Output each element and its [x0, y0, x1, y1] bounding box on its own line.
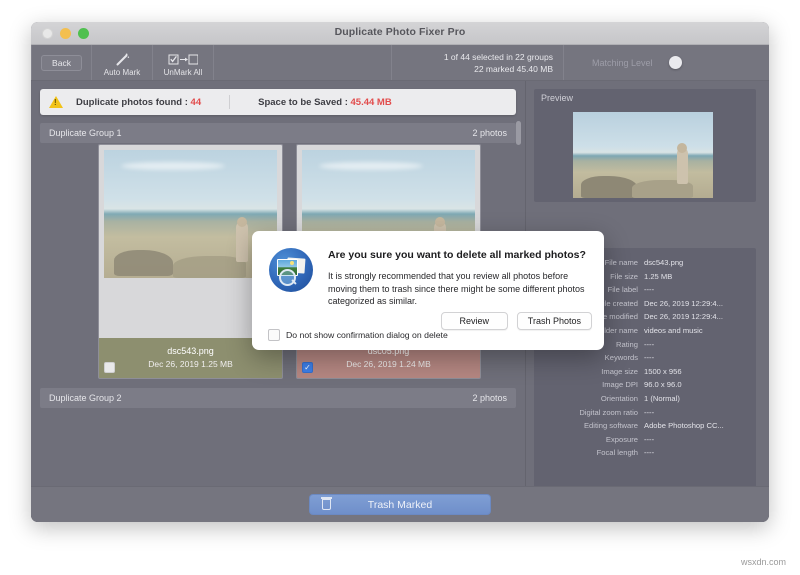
- checkbox-to-empty-icon: [168, 51, 198, 68]
- app-window: Duplicate Photo Fixer Pro Back Auto Mark: [31, 22, 769, 522]
- group-1-title: Duplicate Group 1: [49, 128, 122, 138]
- preview-label: Preview: [541, 93, 574, 103]
- file-info-row: Image DPI 96.0 x 96.0: [534, 378, 756, 392]
- group-2-count: 2 photos: [472, 393, 507, 403]
- thumbnail-file-meta: Dec 26, 2019 1.24 MB: [346, 359, 431, 369]
- file-info-value: Adobe Photoshop CC...: [644, 421, 724, 431]
- duplicates-found-text: Duplicate photos found : 44: [76, 97, 201, 108]
- selection-count-line: 1 of 44 selected in 22 groups: [443, 51, 553, 62]
- duplicates-found-label: Duplicate photos found :: [76, 96, 188, 108]
- thumbnail-mark-checkbox[interactable]: [104, 362, 115, 373]
- action-bar: Trash Marked: [31, 486, 769, 522]
- file-info-key: Image size: [601, 366, 638, 376]
- file-info-value: dsc543.png: [644, 258, 684, 267]
- group-header-1[interactable]: Duplicate Group 1 2 photos: [40, 123, 516, 143]
- thumbnail-mark-checkbox[interactable]: ✓: [302, 362, 313, 373]
- dialog-message: It is strongly recommended that you revi…: [328, 271, 585, 306]
- title-bar: Duplicate Photo Fixer Pro: [31, 22, 769, 45]
- file-info-row: Focal length ----: [534, 446, 756, 460]
- magic-wand-icon: [114, 51, 130, 68]
- do-not-show-again-label: Do not show confirmation dialog on delet…: [286, 330, 448, 340]
- back-button-label: Back: [41, 54, 82, 71]
- warning-triangle-icon: [49, 96, 63, 108]
- file-info-value: ----: [644, 407, 655, 417]
- file-info-value: 1500 x 956: [644, 366, 682, 376]
- back-button[interactable]: Back: [31, 45, 92, 80]
- window-title: Duplicate Photo Fixer Pro: [334, 26, 466, 38]
- do-not-show-again-row[interactable]: Do not show confirmation dialog on delet…: [268, 329, 448, 341]
- do-not-show-again-checkbox[interactable]: [268, 329, 280, 341]
- dialog-title: Are you sure you want to delete all mark…: [328, 249, 586, 261]
- file-info-value: ----: [644, 434, 655, 444]
- trash-icon: [321, 497, 332, 510]
- unmark-all-label: UnMark All: [163, 68, 203, 77]
- file-info-key: Exposure: [605, 434, 638, 444]
- trash-marked-label: Trash Marked: [367, 498, 433, 511]
- group-1-count: 2 photos: [472, 128, 507, 138]
- preview-image: [573, 112, 713, 198]
- file-info-value: 1 (Normal): [644, 393, 680, 403]
- toolbar: Back Auto Mark UnMark All 1 of 44 select…: [31, 45, 769, 81]
- file-info-key: Image DPI: [602, 380, 638, 390]
- trash-photos-button[interactable]: Trash Photos: [516, 312, 592, 330]
- group-header-2[interactable]: Duplicate Group 2 2 photos: [40, 388, 516, 408]
- summary-divider: [229, 95, 231, 109]
- file-info-key: Digital zoom ratio: [579, 407, 638, 417]
- selection-status: 1 of 44 selected in 22 groups 22 marked …: [392, 45, 564, 80]
- file-info-value: videos and music: [644, 325, 703, 335]
- space-saved-value: 45.44 MB: [350, 96, 392, 108]
- file-info-value: ----: [644, 339, 655, 349]
- preview-panel: Preview: [534, 89, 756, 202]
- unmark-all-button[interactable]: UnMark All: [153, 45, 214, 80]
- trash-marked-button[interactable]: Trash Marked: [309, 494, 491, 515]
- file-info-key: Focal length: [596, 448, 638, 458]
- toolbar-spacer: [214, 45, 392, 80]
- file-info-key: Editing software: [583, 421, 638, 431]
- file-info-value: Dec 26, 2019 12:29:4...: [644, 312, 723, 322]
- file-info-key: Orientation: [600, 393, 638, 403]
- watermark: wsxdn.com: [740, 557, 786, 567]
- file-info-value: 96.0 x 96.0: [644, 380, 682, 390]
- screenshot-root: Duplicate Photo Fixer Pro Back Auto Mark: [0, 0, 800, 575]
- space-saved-text: Space to be Saved : 45.44 MB: [258, 97, 392, 108]
- auto-mark-button[interactable]: Auto Mark: [92, 45, 153, 80]
- dialog-button-row: Review Trash Photos: [440, 312, 592, 330]
- matching-level-control[interactable]: Matching Level: [564, 45, 769, 80]
- matching-level-label: Matching Level: [592, 57, 653, 68]
- file-info-row: Editing software Adobe Photoshop CC...: [534, 419, 756, 433]
- file-info-value: ----: [644, 353, 655, 363]
- file-info-value: ----: [644, 285, 655, 295]
- file-info-value: Dec 26, 2019 12:29:4...: [644, 298, 723, 308]
- group-2-title: Duplicate Group 2: [49, 393, 122, 403]
- file-info-row: Exposure ----: [534, 433, 756, 447]
- vertical-scrollbar[interactable]: [516, 121, 521, 145]
- file-info-row: Digital zoom ratio ----: [534, 406, 756, 420]
- review-button[interactable]: Review: [440, 312, 508, 330]
- matching-level-slider-knob[interactable]: [668, 56, 682, 69]
- thumbnail-file-meta: Dec 26, 2019 1.25 MB: [148, 359, 233, 369]
- file-info-row: Image size 1500 x 956: [534, 365, 756, 379]
- file-info-row: Orientation 1 (Normal): [534, 392, 756, 406]
- summary-bar: Duplicate photos found : 44 Space to be …: [40, 89, 516, 115]
- file-info-row: Keywords ----: [534, 351, 756, 365]
- file-info-value: ----: [644, 448, 655, 458]
- duplicates-found-value: 44: [190, 96, 202, 108]
- marked-size-line: 22 marked 45.40 MB: [474, 63, 553, 74]
- auto-mark-label: Auto Mark: [103, 68, 141, 77]
- confirmation-dialog: Are you sure you want to delete all mark…: [252, 231, 604, 350]
- space-saved-label: Space to be Saved :: [258, 96, 348, 108]
- thumbnail-file-name: dsc543.png: [167, 346, 214, 356]
- duplicate-photo-fixer-icon: [269, 248, 313, 292]
- file-info-key: Keywords: [604, 353, 638, 363]
- file-info-value: 1.25 MB: [644, 271, 673, 281]
